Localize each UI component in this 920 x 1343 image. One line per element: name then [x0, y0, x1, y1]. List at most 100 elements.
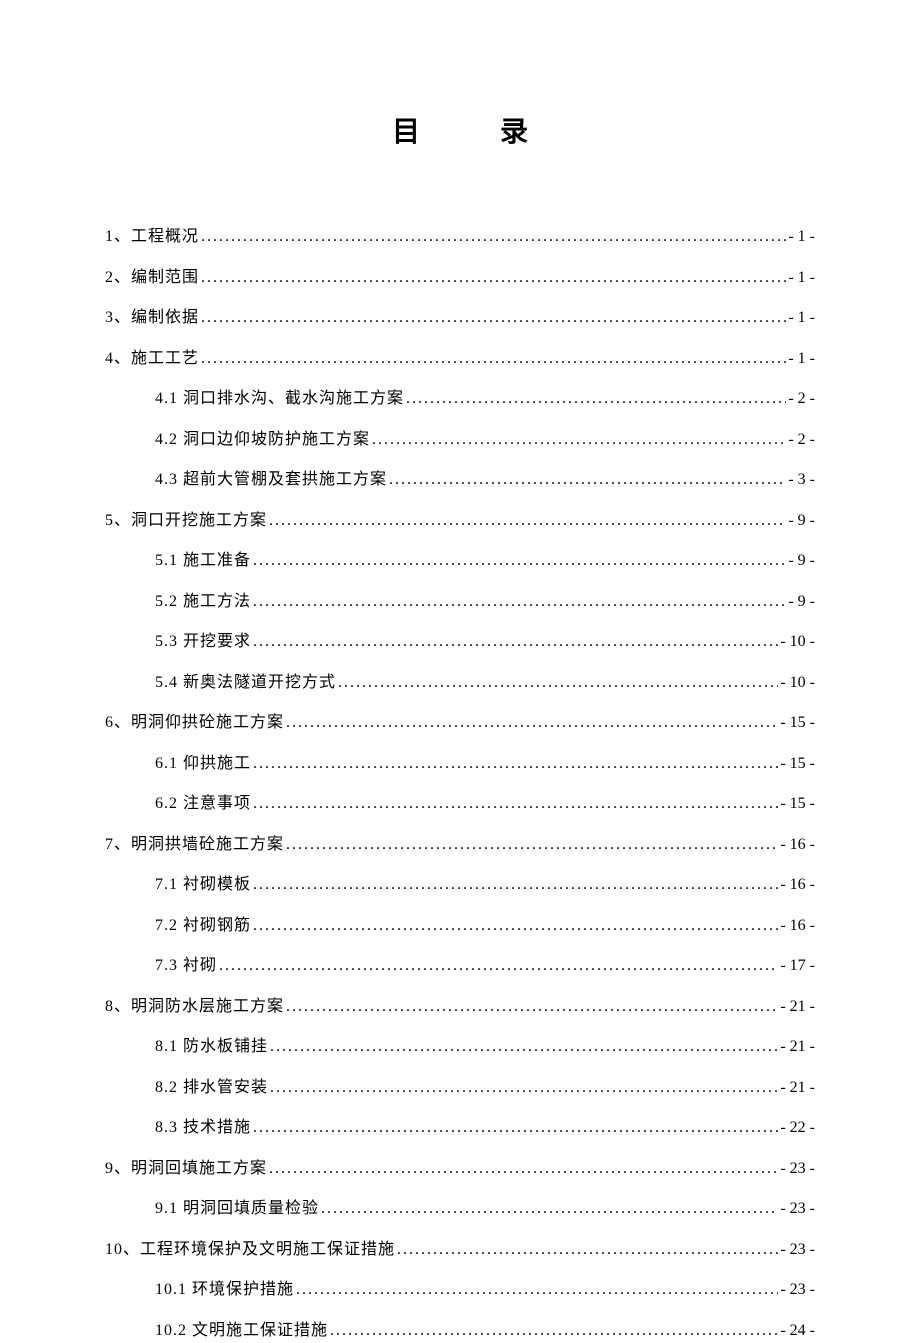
toc-dot-leader [253, 914, 778, 938]
toc-entry: 5、洞口开挖施工方案 - 9 - [105, 509, 815, 533]
toc-entry-page: - 15 - [780, 752, 815, 776]
toc-entry: 2、编制范围 - 1 - [105, 266, 815, 290]
toc-entry-label: 5.1 施工准备 [155, 549, 251, 573]
toc-dot-leader [269, 1157, 778, 1181]
toc-entry-page: - 23 - [780, 1278, 815, 1302]
toc-dot-leader [338, 671, 778, 695]
toc-entry-page: - 3 - [788, 468, 815, 492]
toc-dot-leader [321, 1197, 778, 1221]
toc-entry-label: 7、明洞拱墙砼施工方案 [105, 833, 284, 857]
toc-entry: 7、明洞拱墙砼施工方案- 16 - [105, 833, 815, 857]
toc-dot-leader [270, 1035, 778, 1059]
toc-entry-page: - 23 - [780, 1238, 815, 1262]
toc-entry: 10.1 环境保护措施 - 23 - [105, 1278, 815, 1302]
toc-entry-page: - 2 - [788, 387, 815, 411]
toc-dot-leader [286, 995, 778, 1019]
toc-entry-label: 6、明洞仰拱砼施工方案 [105, 711, 284, 735]
toc-entry-label: 1、工程概况 [105, 225, 199, 249]
toc-entry: 7.2 衬砌钢筋 - 16 - [105, 914, 815, 938]
toc-entry: 7.1 衬砌模板 - 16 - [105, 873, 815, 897]
toc-entry-label: 8.3 技术措施 [155, 1116, 251, 1140]
toc-entry-label: 5、洞口开挖施工方案 [105, 509, 267, 533]
toc-entry: 8.2 排水管安装 - 21 - [105, 1076, 815, 1100]
toc-dot-leader [219, 954, 778, 978]
toc-entry-label: 10.2 文明施工保证措施 [155, 1319, 328, 1343]
toc-dot-leader [389, 468, 786, 492]
toc-entry-page: - 23 - [780, 1157, 815, 1181]
toc-dot-leader [253, 1116, 778, 1140]
toc-dot-leader [201, 266, 786, 290]
toc-dot-leader [406, 387, 786, 411]
toc-entry-page: - 15 - [780, 711, 815, 735]
toc-entry: 1、工程概况 - 1 - [105, 225, 815, 249]
toc-entry-page: - 22 - [780, 1116, 815, 1140]
toc-entry-label: 9、明洞回填施工方案 [105, 1157, 267, 1181]
toc-entry-page: - 16 - [780, 873, 815, 897]
toc-entry-page: - 9 - [788, 590, 815, 614]
toc-entry: 3、编制依据 - 1 - [105, 306, 815, 330]
toc-entry: 5.4 新奥法隧道开挖方式 - 10 - [105, 671, 815, 695]
toc-entry-label: 8.2 排水管安装 [155, 1076, 268, 1100]
toc-entry-label: 5.2 施工方法 [155, 590, 251, 614]
toc-entry-page: - 10 - [780, 671, 815, 695]
toc-entry: 8、明洞防水层施工方案- 21 - [105, 995, 815, 1019]
toc-dot-leader [269, 509, 786, 533]
toc-entry-page: - 10 - [780, 630, 815, 654]
toc-entry-page: - 16 - [780, 914, 815, 938]
toc-entry-page: - 9 - [788, 549, 815, 573]
toc-entry-label: 8、明洞防水层施工方案 [105, 995, 284, 1019]
toc-dot-leader [253, 792, 778, 816]
toc-dot-leader [253, 752, 778, 776]
toc-entry: 4、施工工艺 - 1 - [105, 347, 815, 371]
toc-dot-leader [253, 630, 778, 654]
toc-dot-leader [201, 347, 786, 371]
toc-dot-leader [270, 1076, 778, 1100]
toc-dot-leader [330, 1319, 778, 1343]
toc-entry: 6、明洞仰拱砼施工方案 - 15 - [105, 711, 815, 735]
toc-entry: 4.1 洞口排水沟、截水沟施工方案 - 2 - [105, 387, 815, 411]
toc-entry-page: - 9 - [788, 509, 815, 533]
toc-entry-page: - 1 - [788, 225, 815, 249]
toc-entry-page: - 17 - [780, 954, 815, 978]
toc-entry: 5.1 施工准备 - 9 - [105, 549, 815, 573]
toc-entry: 8.1 防水板铺挂 - 21 - [105, 1035, 815, 1059]
toc-entry-label: 10.1 环境保护措施 [155, 1278, 294, 1302]
toc-entry-label: 4.2 洞口边仰坡防护施工方案 [155, 428, 370, 452]
page-title: 目录 [105, 110, 815, 150]
toc-entry: 10、工程环境保护及文明施工保证措施 - 23 - [105, 1238, 815, 1262]
toc-entry-page: - 1 - [788, 266, 815, 290]
toc-entry: 5.2 施工方法 - 9 - [105, 590, 815, 614]
toc-entry-label: 3、编制依据 [105, 306, 199, 330]
toc-entry-page: - 23 - [780, 1197, 815, 1221]
toc-entry: 10.2 文明施工保证措施 - 24 - [105, 1319, 815, 1343]
toc-entry-label: 8.1 防水板铺挂 [155, 1035, 268, 1059]
toc-entry-label: 7.1 衬砌模板 [155, 873, 251, 897]
toc-entry-label: 4、施工工艺 [105, 347, 199, 371]
toc-entry: 6.1 仰拱施工- 15 - [105, 752, 815, 776]
toc-entry: 9.1 明洞回填质量检验 - 23 - [105, 1197, 815, 1221]
toc-entry-label: 4.3 超前大管棚及套拱施工方案 [155, 468, 387, 492]
toc-entry-page: - 21 - [780, 1035, 815, 1059]
toc-entry-label: 6.2 注意事项 [155, 792, 251, 816]
toc-dot-leader [296, 1278, 778, 1302]
toc-entry-page: - 1 - [788, 347, 815, 371]
toc-dot-leader [201, 306, 786, 330]
toc-entry: 4.3 超前大管棚及套拱施工方案 - 3 - [105, 468, 815, 492]
toc-entry: 8.3 技术措施 - 22 - [105, 1116, 815, 1140]
toc-entry-label: 9.1 明洞回填质量检验 [155, 1197, 319, 1221]
toc-entry-page: - 1 - [788, 306, 815, 330]
toc-dot-leader [286, 711, 778, 735]
toc-entry: 9、明洞回填施工方案 - 23 - [105, 1157, 815, 1181]
toc-entry: 6.2 注意事项 - 15 - [105, 792, 815, 816]
toc-entry-label: 2、编制范围 [105, 266, 199, 290]
toc-entry-label: 4.1 洞口排水沟、截水沟施工方案 [155, 387, 404, 411]
table-of-contents: 1、工程概况 - 1 -2、编制范围 - 1 -3、编制依据 - 1 -4、施工… [105, 225, 815, 1343]
toc-dot-leader [253, 549, 786, 573]
toc-entry-label: 10、工程环境保护及文明施工保证措施 [105, 1238, 395, 1262]
toc-entry-page: - 15 - [780, 792, 815, 816]
toc-dot-leader [253, 873, 778, 897]
toc-entry-page: - 2 - [788, 428, 815, 452]
toc-entry-label: 5.4 新奥法隧道开挖方式 [155, 671, 336, 695]
toc-dot-leader [372, 428, 786, 452]
toc-entry-label: 7.2 衬砌钢筋 [155, 914, 251, 938]
